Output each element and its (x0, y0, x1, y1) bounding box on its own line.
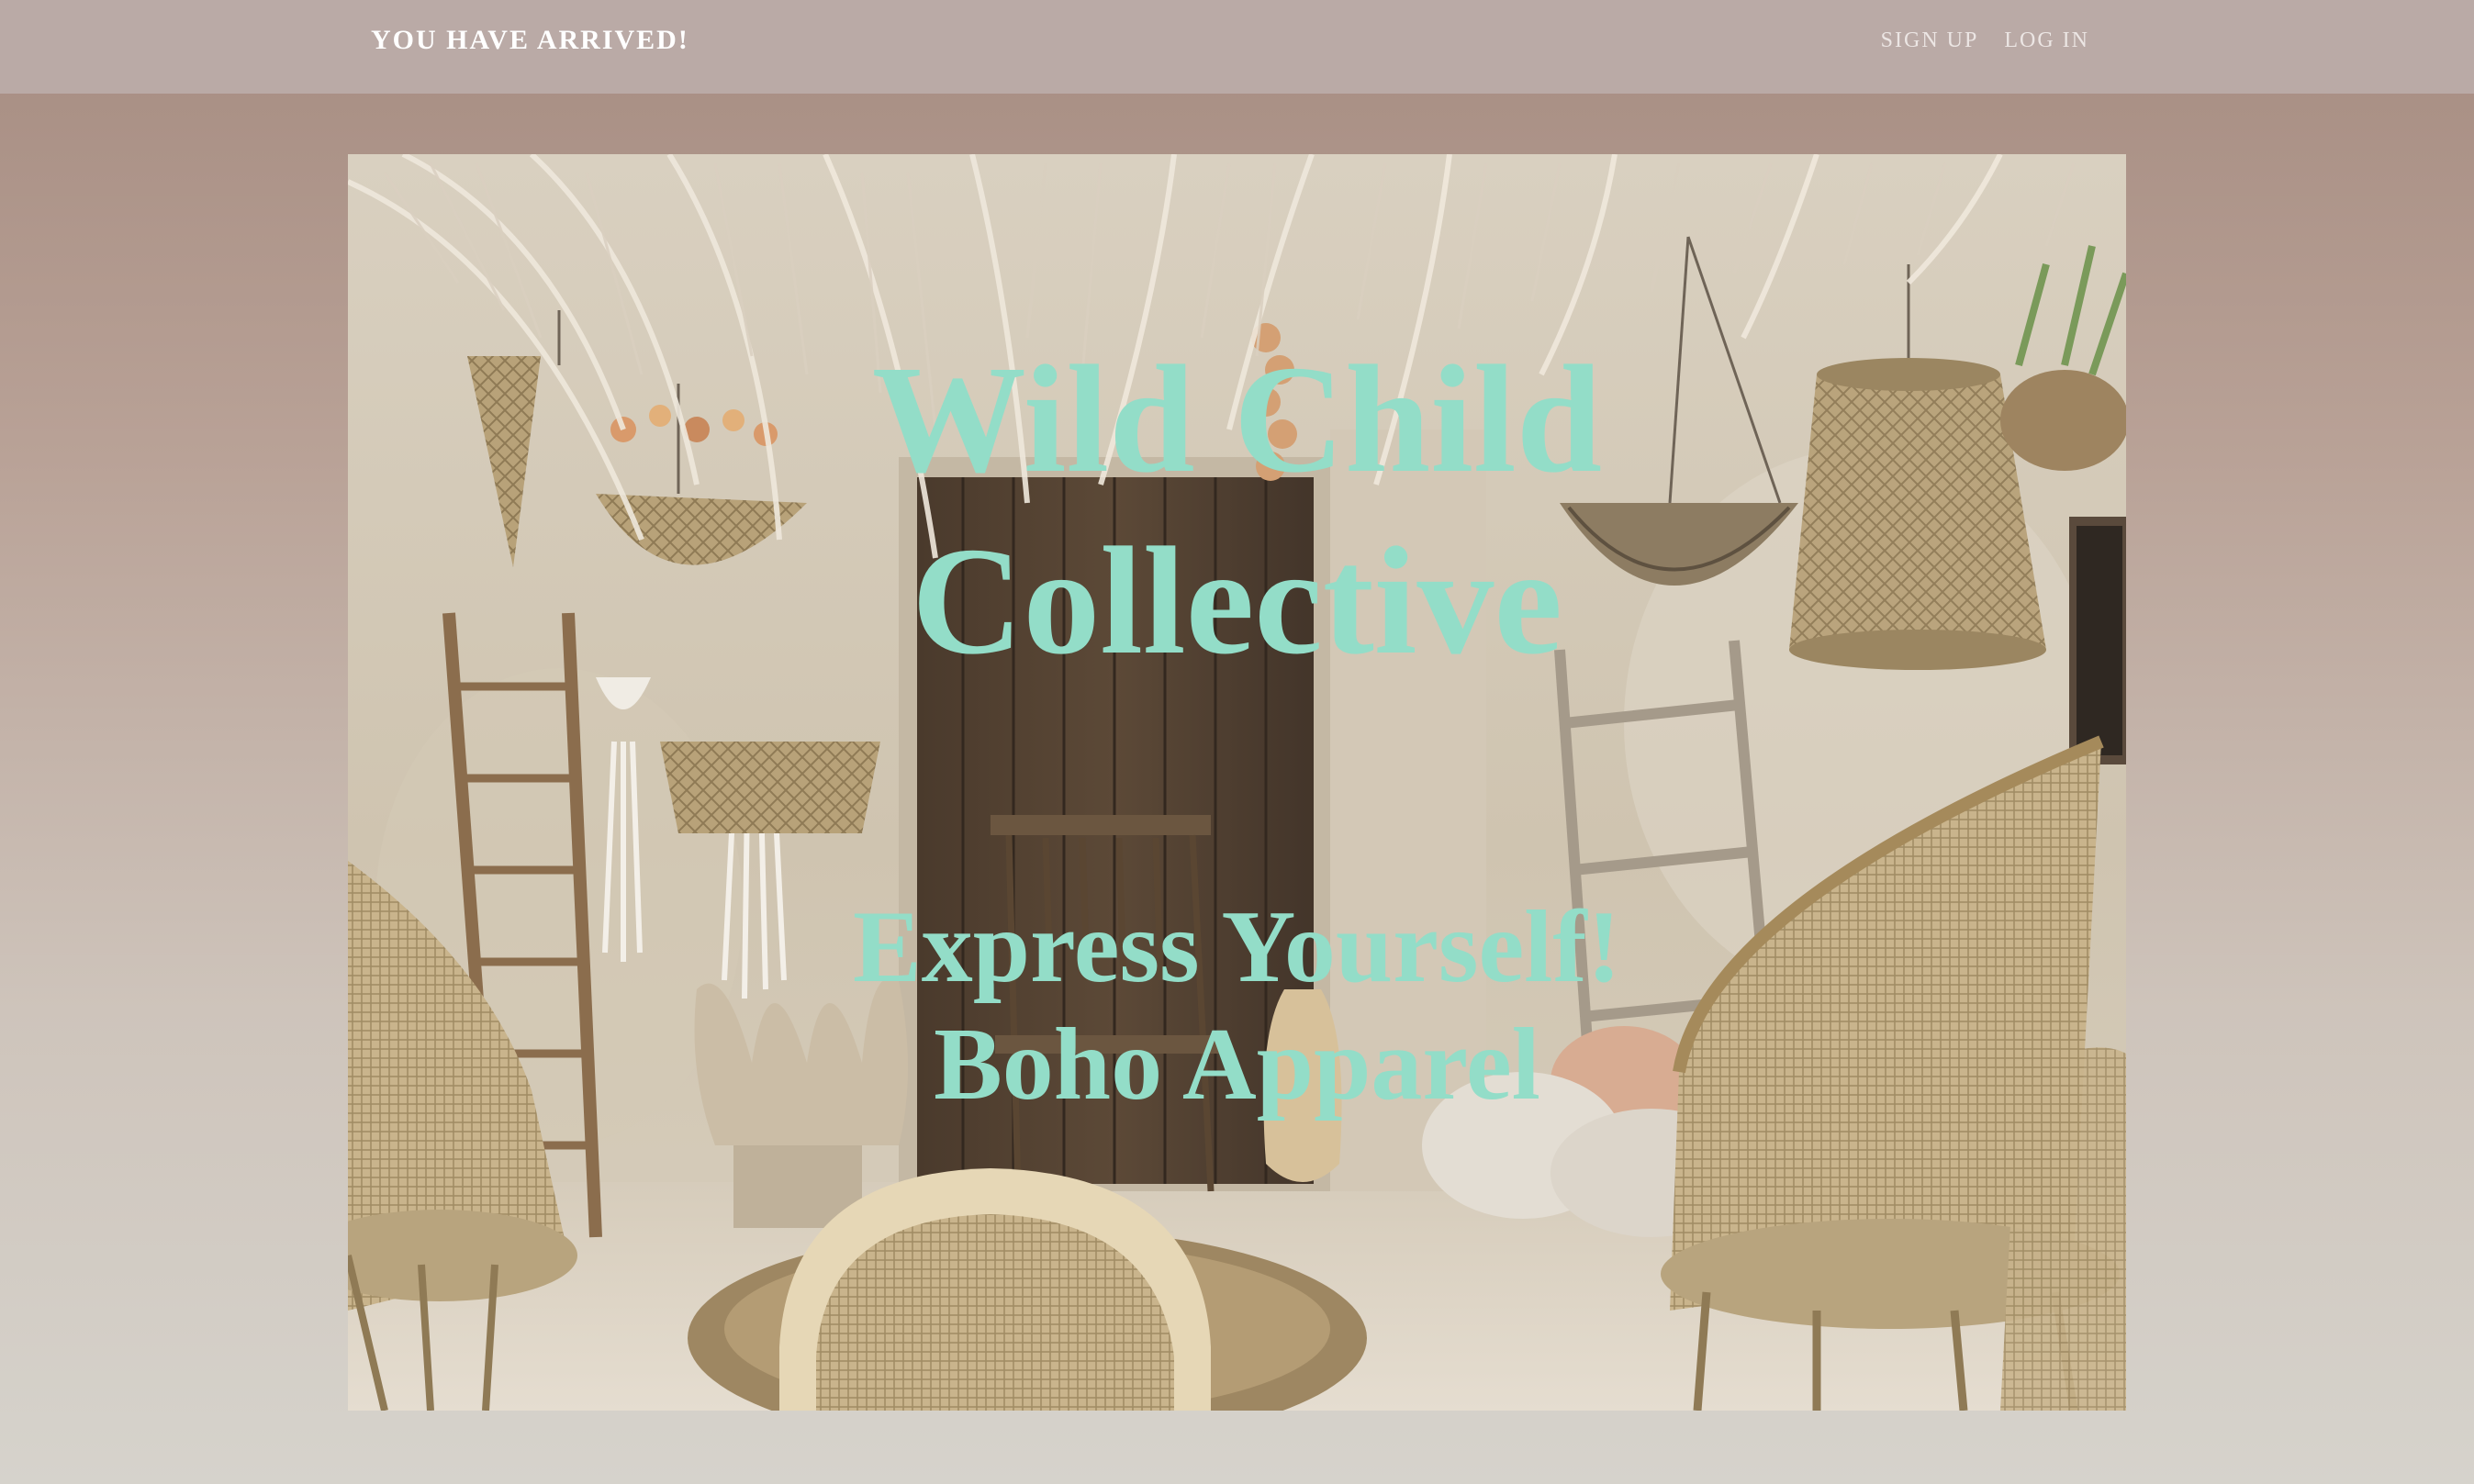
hero-title-line-2: Collective (912, 516, 1562, 686)
brand-link[interactable]: YOU HAVE ARRIVED! (371, 0, 689, 81)
hero-title: Wild Child Collective (348, 329, 2126, 692)
hero-banner: Wild Child Collective Express Yourself! … (348, 154, 2126, 1411)
hero-tagline-line-2: Boho Apparel (934, 1008, 1540, 1121)
hero-tagline: Express Yourself! Boho Apparel (348, 888, 2126, 1123)
top-navbar: YOU HAVE ARRIVED! SIGN UP LOG IN (0, 0, 2474, 94)
hero-title-line-1: Wild Child (871, 334, 1603, 505)
nav-links: SIGN UP LOG IN (1881, 0, 2089, 81)
hero-tagline-line-1: Express Yourself! (853, 890, 1621, 1004)
log-in-link[interactable]: LOG IN (2004, 28, 2089, 53)
sign-up-link[interactable]: SIGN UP (1881, 28, 1979, 53)
